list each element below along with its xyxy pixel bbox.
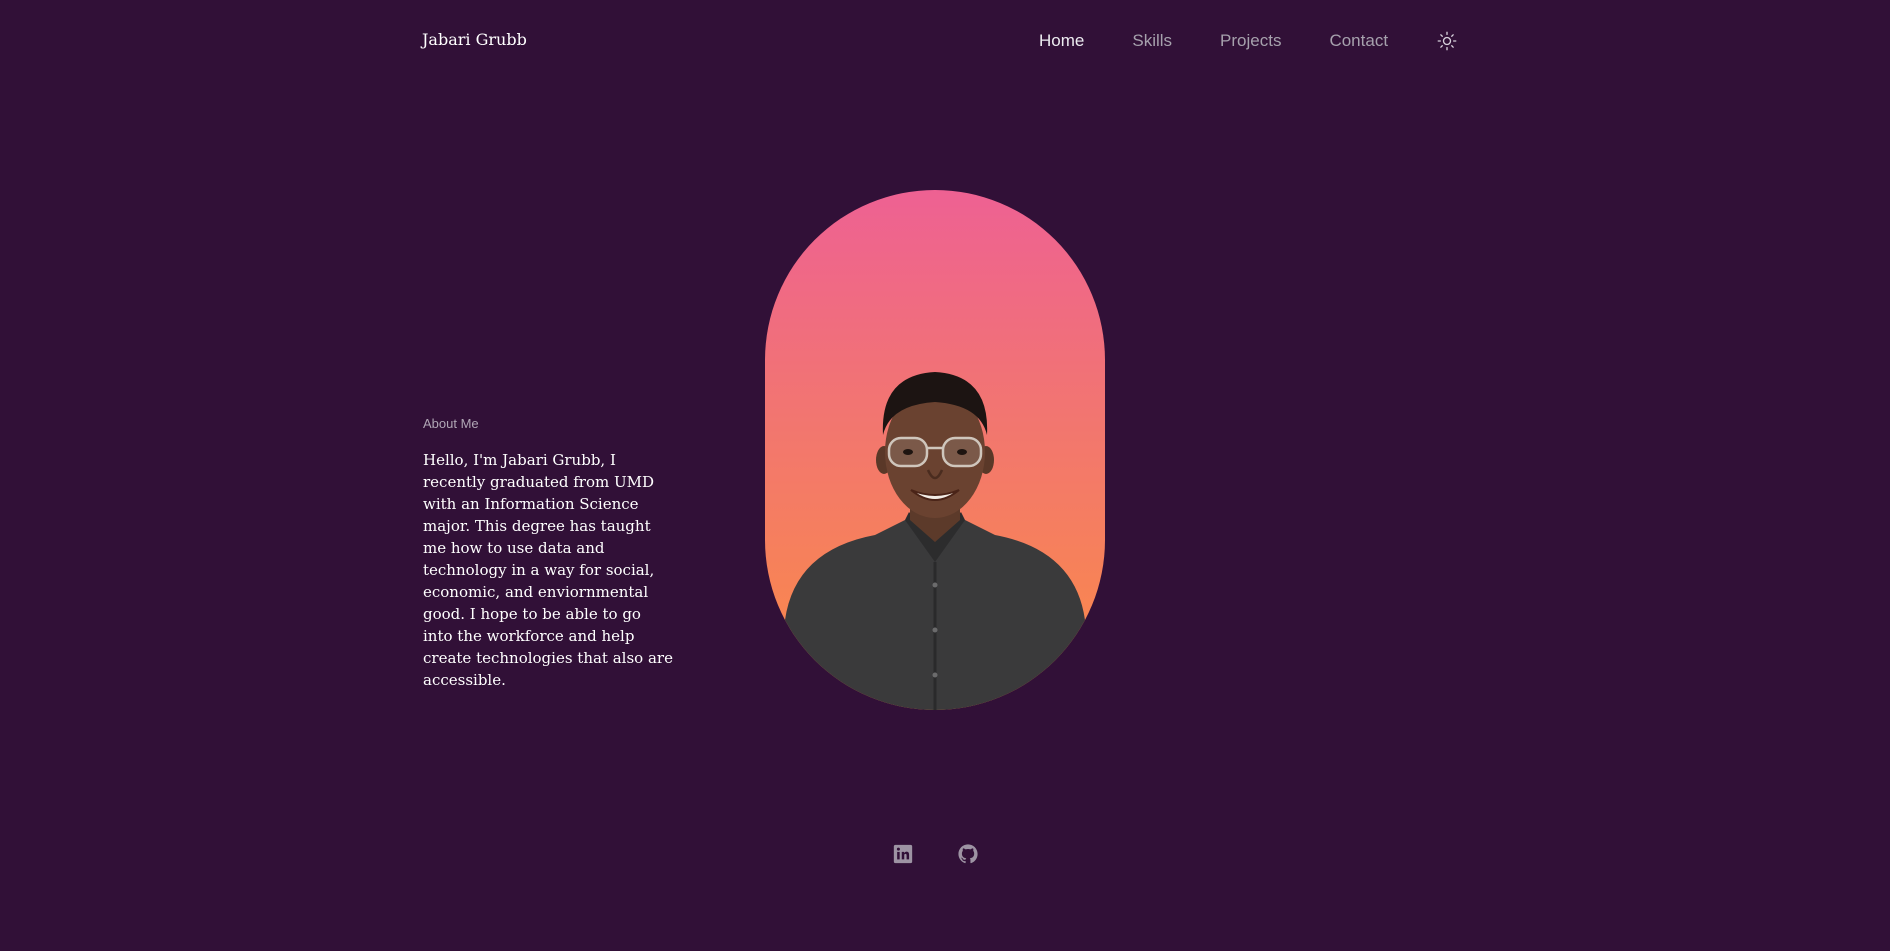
sun-icon <box>1437 31 1457 51</box>
theme-toggle-button[interactable] <box>1436 30 1458 52</box>
nav-skills[interactable]: Skills <box>1132 30 1172 52</box>
nav-projects[interactable]: Projects <box>1220 30 1281 52</box>
github-icon <box>958 844 978 864</box>
linkedin-icon <box>893 844 913 864</box>
portrait-figure <box>785 372 1085 710</box>
nav-contact[interactable]: Contact <box>1329 30 1388 52</box>
portrait-photo <box>765 190 1105 710</box>
social-links <box>892 843 979 865</box>
about-heading: About Me <box>423 416 479 431</box>
brand-name[interactable]: Jabari Grubb <box>422 29 527 51</box>
github-link[interactable] <box>957 843 979 865</box>
linkedin-link[interactable] <box>892 843 914 865</box>
main-nav: Home Skills Projects Contact <box>1039 30 1458 52</box>
nav-home[interactable]: Home <box>1039 30 1084 52</box>
about-text: Hello, I'm Jabari Grubb, I recently grad… <box>423 451 673 689</box>
